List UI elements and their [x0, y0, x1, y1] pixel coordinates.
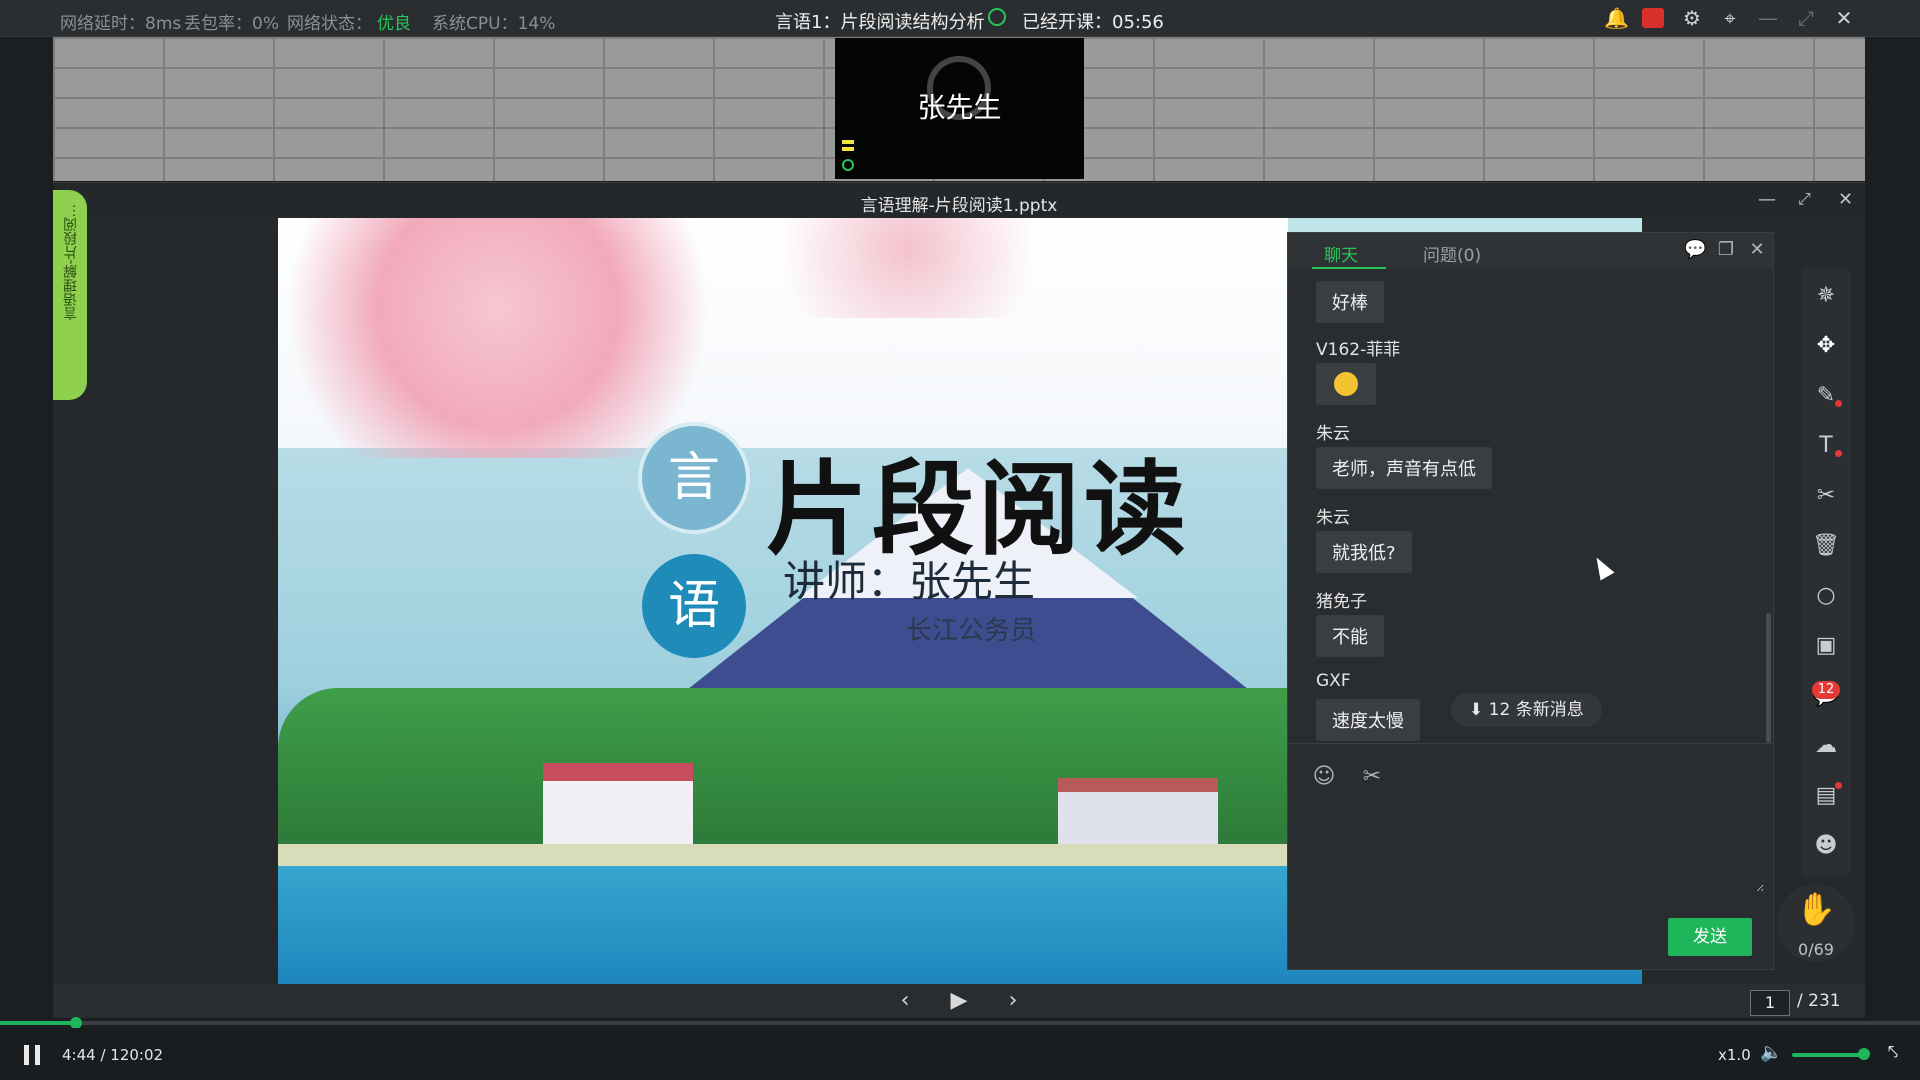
chat-message: 速度太慢 — [1316, 699, 1420, 741]
send-button[interactable]: 发送 — [1668, 918, 1752, 956]
whiteboard-icon[interactable]: ▣ — [1810, 630, 1842, 662]
teacher-name: 张先生 — [917, 91, 1002, 124]
cpu-text: 系统CPU：14% — [432, 14, 556, 34]
exit-fullscreen-icon[interactable]: ⤣ — [1888, 1042, 1910, 1064]
smiley-emoji-icon — [1334, 372, 1358, 396]
network-status-value: 优良 — [377, 14, 411, 34]
active-tab-indicator — [1312, 267, 1386, 269]
chat-input[interactable] — [1300, 798, 1764, 892]
pen-color-dot — [1835, 400, 1842, 407]
chat-sender: 朱云 — [1316, 424, 1350, 444]
packet-loss-text: 丢包率：0% — [184, 14, 279, 34]
clock-icon — [988, 8, 1006, 26]
users-icon[interactable]: ☻ — [1810, 830, 1842, 862]
next-slide-icon[interactable]: › — [998, 986, 1028, 1016]
text-color-dot — [1835, 450, 1842, 457]
select-move-icon[interactable]: ✥ — [1810, 330, 1842, 362]
pin-icon[interactable]: ⌖ — [1718, 6, 1742, 30]
chat-message: 就我低? — [1316, 531, 1412, 573]
divider — [1288, 743, 1773, 744]
chat-sender: 朱云 — [1316, 508, 1350, 528]
document-titlebar: 言语理解-片段阅读1.pptx — ⤢ ✕ — [53, 182, 1865, 219]
screenshot-scissors-icon[interactable]: ✂ — [1358, 763, 1386, 791]
player-bar — [0, 1028, 1920, 1080]
record-icon[interactable] — [1642, 8, 1664, 28]
tab-chat[interactable]: 聊天 — [1324, 241, 1358, 266]
cloud-icon[interactable]: ☁ — [1810, 730, 1842, 762]
chat-badge: 12 — [1812, 681, 1840, 699]
prev-slide-icon[interactable]: ‹ — [890, 986, 920, 1016]
playback-speed[interactable]: x1.0 — [1718, 1046, 1751, 1064]
bell-icon[interactable]: 🔔 — [1604, 6, 1629, 30]
chat-sender: 猪免子 — [1316, 592, 1367, 612]
chat-scrollbar[interactable] — [1766, 613, 1771, 743]
chat-sender: V162-菲菲 — [1316, 340, 1401, 360]
document-side-tab[interactable]: 言语理解-片段阅... — [53, 190, 87, 400]
gear-icon[interactable]: ⚙ — [1680, 6, 1704, 30]
scissors-icon[interactable]: ✂ — [1810, 480, 1842, 512]
volume-slider[interactable] — [1792, 1053, 1864, 1057]
double-chevron-down-icon: ⬇ — [1469, 700, 1484, 720]
page-number-input[interactable]: 1 — [1750, 990, 1790, 1016]
chat-close-icon[interactable]: ✕ — [1746, 239, 1768, 261]
chat-panel: 聊天 问题(0) 💬 ❐ ✕ 好棒 V162-菲菲 朱云 老师，声音有点低 朱云… — [1287, 232, 1774, 970]
playback-progress-track[interactable] — [0, 1021, 1920, 1025]
page-total: / 231 — [1797, 991, 1841, 1011]
cherry-blossom-illustration — [278, 218, 758, 458]
doc-maximize-icon[interactable]: ⤢ — [1798, 189, 1811, 209]
slide-circle-char: 语 — [642, 554, 746, 658]
teacher-video[interactable]: 张先生 — [835, 38, 1084, 179]
course-title: 言语1：片段阅读结构分析 — [775, 12, 985, 33]
chat-header: 聊天 问题(0) 💬 ❐ ✕ — [1288, 233, 1773, 269]
doc-close-icon[interactable]: ✕ — [1838, 189, 1853, 210]
side-tab-label: 言语理解-片段阅... — [63, 204, 79, 321]
network-status-label: 网络状态： — [287, 14, 372, 34]
emoji-icon[interactable]: ☺ — [1310, 763, 1338, 791]
chat-message: 老师，声音有点低 — [1316, 447, 1492, 489]
toolbox-notify-dot — [1835, 782, 1842, 789]
status-bar: 网络延时：8ms 丢包率：0% 网络状态： 优良 系统CPU：14% 言语1：片… — [0, 0, 1920, 37]
new-messages-label: 12 条新消息 — [1488, 700, 1584, 720]
slide-organization: 长江公务员 — [906, 616, 1037, 646]
playback-time: 4:44 / 120:02 — [62, 1046, 163, 1064]
hand-icon: ✋ — [1796, 890, 1836, 928]
chat-message: 不能 — [1316, 615, 1384, 657]
eraser-icon[interactable]: ○ — [1810, 580, 1842, 612]
text-icon[interactable]: T — [1810, 430, 1842, 462]
new-messages-button[interactable]: ⬇ 12 条新消息 — [1451, 693, 1602, 727]
hand-count: 0/69 — [1798, 940, 1834, 959]
slide-circle-char: 言 — [642, 426, 746, 530]
trash-icon[interactable]: 🗑 — [1810, 530, 1842, 562]
minimize-icon[interactable]: — — [1756, 6, 1780, 30]
play-slide-icon[interactable]: ▶ — [944, 986, 974, 1016]
tab-questions[interactable]: 问题(0) — [1423, 241, 1481, 266]
slide-lecturer: 讲师：张先生 — [783, 557, 1036, 606]
playback-progress-fill — [0, 1021, 76, 1025]
doc-minimize-icon[interactable]: — — [1758, 189, 1776, 210]
mic-level-icon — [842, 140, 854, 171]
pause-icon[interactable] — [24, 1045, 42, 1065]
laser-pointer-icon[interactable]: ✵ — [1810, 280, 1842, 312]
volume-icon[interactable]: 🔈 — [1760, 1042, 1782, 1064]
volume-handle[interactable] — [1858, 1048, 1870, 1060]
chat-message: 好棒 — [1316, 281, 1384, 323]
popout-icon[interactable]: ❐ — [1715, 239, 1737, 261]
current-time: 4:44 — [62, 1046, 96, 1064]
maximize-icon[interactable]: ⤢ — [1794, 6, 1818, 30]
pen-icon[interactable]: ✎ — [1810, 380, 1842, 412]
chat-sender: GXF — [1316, 671, 1351, 691]
whiteboard-toolbar: ✵ ✥ ✎ T ✂ 🗑 ○ ▣ 💬 ☁ ▤ ☻ — [1801, 268, 1851, 876]
cherry-blossom-illustration — [738, 218, 1078, 318]
total-duration: / 120:02 — [100, 1046, 164, 1064]
chat-message — [1316, 363, 1376, 405]
latency-text: 网络延时：8ms — [60, 14, 182, 34]
document-title: 言语理解-片段阅读1.pptx — [860, 196, 1058, 216]
speech-bubble-icon[interactable]: 💬 — [1684, 239, 1706, 261]
elapsed-time: 已经开课：05:56 — [1022, 12, 1164, 33]
close-icon[interactable]: ✕ — [1832, 6, 1856, 30]
